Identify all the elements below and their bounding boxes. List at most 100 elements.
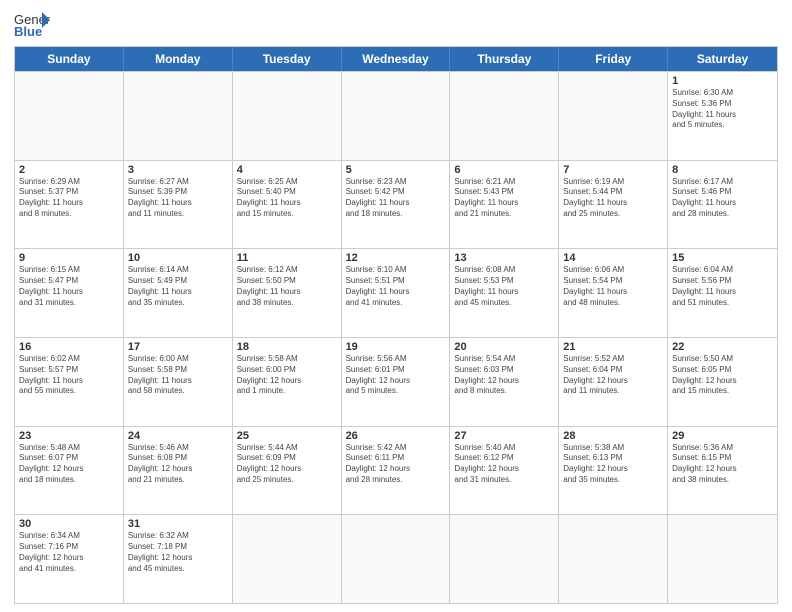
- day-number: 18: [237, 341, 337, 353]
- header-day-tuesday: Tuesday: [233, 47, 342, 71]
- day-number: 21: [563, 341, 663, 353]
- day-number: 11: [237, 252, 337, 264]
- day-number: 6: [454, 164, 554, 176]
- day-info: Sunrise: 6:10 AM Sunset: 5:51 PM Dayligh…: [346, 265, 446, 308]
- calendar-cell-5-5: [559, 515, 668, 603]
- day-number: 4: [237, 164, 337, 176]
- calendar-cell-2-4: 13Sunrise: 6:08 AM Sunset: 5:53 PM Dayli…: [450, 249, 559, 337]
- day-info: Sunrise: 6:12 AM Sunset: 5:50 PM Dayligh…: [237, 265, 337, 308]
- day-info: Sunrise: 6:08 AM Sunset: 5:53 PM Dayligh…: [454, 265, 554, 308]
- day-number: 5: [346, 164, 446, 176]
- day-info: Sunrise: 6:23 AM Sunset: 5:42 PM Dayligh…: [346, 177, 446, 220]
- day-number: 19: [346, 341, 446, 353]
- day-info: Sunrise: 6:34 AM Sunset: 7:16 PM Dayligh…: [19, 531, 119, 574]
- calendar-cell-3-6: 22Sunrise: 5:50 AM Sunset: 6:05 PM Dayli…: [668, 338, 777, 426]
- calendar-cell-0-4: [450, 72, 559, 160]
- calendar-cell-0-3: [342, 72, 451, 160]
- day-info: Sunrise: 5:54 AM Sunset: 6:03 PM Dayligh…: [454, 354, 554, 397]
- day-number: 10: [128, 252, 228, 264]
- day-info: Sunrise: 5:56 AM Sunset: 6:01 PM Dayligh…: [346, 354, 446, 397]
- calendar-cell-5-1: 31Sunrise: 6:32 AM Sunset: 7:18 PM Dayli…: [124, 515, 233, 603]
- day-number: 28: [563, 430, 663, 442]
- calendar-cell-5-3: [342, 515, 451, 603]
- day-info: Sunrise: 6:30 AM Sunset: 5:36 PM Dayligh…: [672, 88, 773, 131]
- calendar-cell-1-2: 4Sunrise: 6:25 AM Sunset: 5:40 PM Daylig…: [233, 161, 342, 249]
- day-info: Sunrise: 5:36 AM Sunset: 6:15 PM Dayligh…: [672, 443, 773, 486]
- calendar-cell-2-2: 11Sunrise: 6:12 AM Sunset: 5:50 PM Dayli…: [233, 249, 342, 337]
- calendar-cell-2-5: 14Sunrise: 6:06 AM Sunset: 5:54 PM Dayli…: [559, 249, 668, 337]
- day-info: Sunrise: 5:42 AM Sunset: 6:11 PM Dayligh…: [346, 443, 446, 486]
- day-number: 31: [128, 518, 228, 530]
- calendar-header: SundayMondayTuesdayWednesdayThursdayFrid…: [15, 47, 777, 71]
- day-number: 15: [672, 252, 773, 264]
- calendar-cell-0-5: [559, 72, 668, 160]
- day-info: Sunrise: 6:25 AM Sunset: 5:40 PM Dayligh…: [237, 177, 337, 220]
- calendar-cell-1-1: 3Sunrise: 6:27 AM Sunset: 5:39 PM Daylig…: [124, 161, 233, 249]
- header-day-monday: Monday: [124, 47, 233, 71]
- header-day-thursday: Thursday: [450, 47, 559, 71]
- day-info: Sunrise: 6:27 AM Sunset: 5:39 PM Dayligh…: [128, 177, 228, 220]
- calendar-cell-3-0: 16Sunrise: 6:02 AM Sunset: 5:57 PM Dayli…: [15, 338, 124, 426]
- day-info: Sunrise: 6:21 AM Sunset: 5:43 PM Dayligh…: [454, 177, 554, 220]
- day-number: 30: [19, 518, 119, 530]
- calendar-row-5: 30Sunrise: 6:34 AM Sunset: 7:16 PM Dayli…: [15, 514, 777, 603]
- calendar-cell-0-1: [124, 72, 233, 160]
- calendar-cell-3-2: 18Sunrise: 5:58 AM Sunset: 6:00 PM Dayli…: [233, 338, 342, 426]
- day-info: Sunrise: 5:46 AM Sunset: 6:08 PM Dayligh…: [128, 443, 228, 486]
- calendar-row-2: 9Sunrise: 6:15 AM Sunset: 5:47 PM Daylig…: [15, 248, 777, 337]
- calendar-cell-4-4: 27Sunrise: 5:40 AM Sunset: 6:12 PM Dayli…: [450, 427, 559, 515]
- day-info: Sunrise: 6:04 AM Sunset: 5:56 PM Dayligh…: [672, 265, 773, 308]
- calendar-cell-2-1: 10Sunrise: 6:14 AM Sunset: 5:49 PM Dayli…: [124, 249, 233, 337]
- calendar-cell-0-2: [233, 72, 342, 160]
- day-info: Sunrise: 6:32 AM Sunset: 7:18 PM Dayligh…: [128, 531, 228, 574]
- header-day-saturday: Saturday: [668, 47, 777, 71]
- day-number: 24: [128, 430, 228, 442]
- day-number: 14: [563, 252, 663, 264]
- day-number: 22: [672, 341, 773, 353]
- calendar-cell-4-3: 26Sunrise: 5:42 AM Sunset: 6:11 PM Dayli…: [342, 427, 451, 515]
- logo: General Blue: [14, 10, 50, 40]
- calendar-cell-1-5: 7Sunrise: 6:19 AM Sunset: 5:44 PM Daylig…: [559, 161, 668, 249]
- calendar-row-3: 16Sunrise: 6:02 AM Sunset: 5:57 PM Dayli…: [15, 337, 777, 426]
- calendar-cell-1-3: 5Sunrise: 6:23 AM Sunset: 5:42 PM Daylig…: [342, 161, 451, 249]
- day-info: Sunrise: 6:29 AM Sunset: 5:37 PM Dayligh…: [19, 177, 119, 220]
- day-number: 9: [19, 252, 119, 264]
- calendar-cell-1-4: 6Sunrise: 6:21 AM Sunset: 5:43 PM Daylig…: [450, 161, 559, 249]
- calendar-cell-5-4: [450, 515, 559, 603]
- calendar-cell-3-4: 20Sunrise: 5:54 AM Sunset: 6:03 PM Dayli…: [450, 338, 559, 426]
- calendar-cell-5-0: 30Sunrise: 6:34 AM Sunset: 7:16 PM Dayli…: [15, 515, 124, 603]
- calendar-cell-3-1: 17Sunrise: 6:00 AM Sunset: 5:58 PM Dayli…: [124, 338, 233, 426]
- day-number: 2: [19, 164, 119, 176]
- day-info: Sunrise: 5:48 AM Sunset: 6:07 PM Dayligh…: [19, 443, 119, 486]
- calendar-cell-0-0: [15, 72, 124, 160]
- calendar: SundayMondayTuesdayWednesdayThursdayFrid…: [14, 46, 778, 604]
- day-number: 17: [128, 341, 228, 353]
- calendar-cell-1-0: 2Sunrise: 6:29 AM Sunset: 5:37 PM Daylig…: [15, 161, 124, 249]
- calendar-cell-3-5: 21Sunrise: 5:52 AM Sunset: 6:04 PM Dayli…: [559, 338, 668, 426]
- day-info: Sunrise: 5:44 AM Sunset: 6:09 PM Dayligh…: [237, 443, 337, 486]
- page-header: General Blue: [14, 10, 778, 40]
- calendar-cell-4-1: 24Sunrise: 5:46 AM Sunset: 6:08 PM Dayli…: [124, 427, 233, 515]
- day-info: Sunrise: 5:58 AM Sunset: 6:00 PM Dayligh…: [237, 354, 337, 397]
- calendar-cell-4-5: 28Sunrise: 5:38 AM Sunset: 6:13 PM Dayli…: [559, 427, 668, 515]
- day-number: 27: [454, 430, 554, 442]
- day-info: Sunrise: 6:14 AM Sunset: 5:49 PM Dayligh…: [128, 265, 228, 308]
- day-number: 8: [672, 164, 773, 176]
- calendar-cell-2-0: 9Sunrise: 6:15 AM Sunset: 5:47 PM Daylig…: [15, 249, 124, 337]
- header-day-wednesday: Wednesday: [342, 47, 451, 71]
- day-info: Sunrise: 5:52 AM Sunset: 6:04 PM Dayligh…: [563, 354, 663, 397]
- day-number: 1: [672, 75, 773, 87]
- calendar-cell-4-6: 29Sunrise: 5:36 AM Sunset: 6:15 PM Dayli…: [668, 427, 777, 515]
- day-info: Sunrise: 6:06 AM Sunset: 5:54 PM Dayligh…: [563, 265, 663, 308]
- day-info: Sunrise: 5:40 AM Sunset: 6:12 PM Dayligh…: [454, 443, 554, 486]
- day-info: Sunrise: 6:17 AM Sunset: 5:46 PM Dayligh…: [672, 177, 773, 220]
- calendar-cell-4-0: 23Sunrise: 5:48 AM Sunset: 6:07 PM Dayli…: [15, 427, 124, 515]
- day-info: Sunrise: 6:00 AM Sunset: 5:58 PM Dayligh…: [128, 354, 228, 397]
- calendar-cell-5-2: [233, 515, 342, 603]
- calendar-row-4: 23Sunrise: 5:48 AM Sunset: 6:07 PM Dayli…: [15, 426, 777, 515]
- calendar-cell-0-6: 1Sunrise: 6:30 AM Sunset: 5:36 PM Daylig…: [668, 72, 777, 160]
- day-info: Sunrise: 5:38 AM Sunset: 6:13 PM Dayligh…: [563, 443, 663, 486]
- header-day-sunday: Sunday: [15, 47, 124, 71]
- svg-text:Blue: Blue: [14, 24, 42, 39]
- calendar-cell-3-3: 19Sunrise: 5:56 AM Sunset: 6:01 PM Dayli…: [342, 338, 451, 426]
